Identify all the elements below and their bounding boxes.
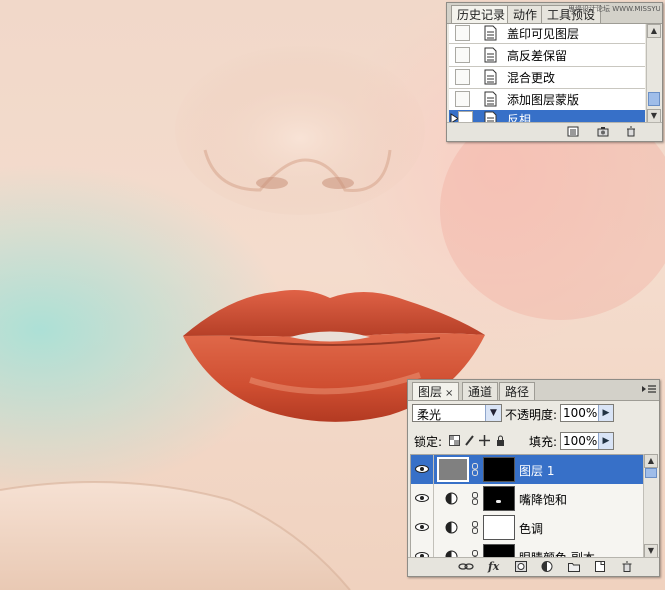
layer-mask-thumbnail[interactable]: [483, 486, 515, 511]
trash-icon[interactable]: [625, 126, 637, 137]
lock-position-icon[interactable]: [479, 435, 490, 446]
visibility-toggle[interactable]: [411, 484, 434, 513]
snapshot-source-box[interactable]: [455, 47, 470, 63]
scroll-thumb[interactable]: [648, 92, 660, 106]
scroll-up-button[interactable]: ▲: [644, 454, 658, 468]
history-item[interactable]: 混合更改: [449, 66, 645, 89]
history-state-icon: [484, 25, 497, 41]
layer-row-selected[interactable]: 图层 1: [411, 455, 645, 485]
history-list: 盖印可见图层 高反差保留 混合更改 添加图层蒙版 反相: [449, 24, 645, 123]
layers-bottom-bar: fx: [408, 557, 659, 576]
layer-thumbnail[interactable]: [437, 457, 469, 482]
lock-label: 锁定:: [414, 435, 443, 449]
mask-link-icon[interactable]: [472, 492, 478, 505]
opacity-slider-arrow-icon[interactable]: ▶: [598, 405, 613, 421]
panel-menu-icon[interactable]: [642, 385, 656, 395]
fill-label: 填充:: [529, 435, 558, 449]
history-state-icon: [484, 47, 497, 63]
lock-all-icon[interactable]: [495, 435, 506, 446]
snapshot-source-box[interactable]: [455, 91, 470, 107]
adjustment-layer-icon: [445, 492, 458, 505]
tab-paths[interactable]: 路径: [499, 382, 536, 400]
snapshot-source-box[interactable]: [455, 25, 470, 41]
layers-tabbar: 图层 × 通道 路径: [408, 380, 659, 401]
add-mask-icon[interactable]: [515, 561, 527, 572]
fx-icon[interactable]: fx: [488, 561, 499, 573]
history-state-icon: [484, 69, 497, 85]
new-document-from-state-icon[interactable]: [567, 126, 579, 137]
adjustment-layer-icon: [445, 521, 458, 534]
history-item[interactable]: 添加图层蒙版: [449, 88, 645, 111]
scroll-down-button[interactable]: ▼: [647, 109, 661, 123]
chevron-down-icon: ▼: [485, 405, 501, 421]
new-layer-icon[interactable]: [594, 561, 606, 572]
eye-icon: [415, 494, 429, 502]
visibility-toggle[interactable]: [411, 455, 434, 484]
scroll-thumb[interactable]: [645, 468, 657, 478]
history-tabbar: 历史记录 动作 工具预设 思缘设计论坛 WWW.MISSYUAN.COM: [447, 3, 662, 24]
layer-row[interactable]: 嘴降饱和: [411, 484, 645, 514]
eye-icon: [415, 523, 429, 531]
eye-icon: [415, 465, 429, 473]
history-scrollbar[interactable]: ▲ ▼: [646, 24, 661, 123]
layer-row[interactable]: 色调: [411, 513, 645, 543]
visibility-toggle[interactable]: [411, 513, 434, 542]
adjustment-layer-icon[interactable]: [541, 561, 553, 572]
fill-field[interactable]: 100% ▶: [560, 432, 614, 450]
lock-transparent-pixels-icon[interactable]: [449, 435, 460, 446]
layer-mask-thumbnail[interactable]: [483, 457, 515, 482]
trash-icon[interactable]: [621, 561, 633, 572]
mask-link-icon[interactable]: [472, 463, 478, 476]
scroll-up-button[interactable]: ▲: [647, 24, 661, 38]
fill-slider-arrow-icon[interactable]: ▶: [598, 433, 613, 449]
opacity-label: 不透明度:: [505, 408, 558, 422]
watermark-text: 思缘设计论坛 WWW.MISSYUAN.COM: [568, 5, 660, 13]
layers-scrollbar[interactable]: ▲ ▼: [643, 454, 658, 558]
tab-actions[interactable]: 动作: [507, 5, 544, 23]
link-layers-icon[interactable]: [458, 561, 474, 572]
layer-mask-thumbnail[interactable]: [483, 515, 515, 540]
tab-layers[interactable]: 图层 ×: [412, 382, 460, 400]
lock-image-pixels-icon[interactable]: [464, 435, 475, 446]
new-group-icon[interactable]: [568, 561, 580, 572]
blend-mode-select[interactable]: 柔光 ▼: [412, 404, 502, 422]
tab-history[interactable]: 历史记录: [451, 5, 512, 23]
layers-panel: 图层 × 通道 路径 柔光 ▼ 不透明度: 100% ▶ 锁定: 填充: 100%…: [407, 379, 660, 577]
mask-link-icon[interactable]: [472, 521, 478, 534]
tab-channels[interactable]: 通道: [462, 382, 499, 400]
history-item[interactable]: 高反差保留: [449, 44, 645, 67]
history-panel: 历史记录 动作 工具预设 思缘设计论坛 WWW.MISSYUAN.COM 盖印可…: [446, 2, 663, 142]
layers-list: 图层 1 嘴降饱和 色调 眼睛颜色 副本: [410, 454, 646, 560]
opacity-field[interactable]: 100% ▶: [560, 404, 614, 422]
camera-snapshot-icon[interactable]: [597, 126, 609, 137]
history-state-icon: [484, 91, 497, 107]
history-bottom-bar: [447, 122, 662, 141]
tab-close-icon[interactable]: ×: [445, 388, 453, 399]
snapshot-source-box[interactable]: [455, 69, 470, 85]
scroll-down-button[interactable]: ▼: [644, 544, 658, 558]
history-item[interactable]: 盖印可见图层: [449, 24, 645, 44]
